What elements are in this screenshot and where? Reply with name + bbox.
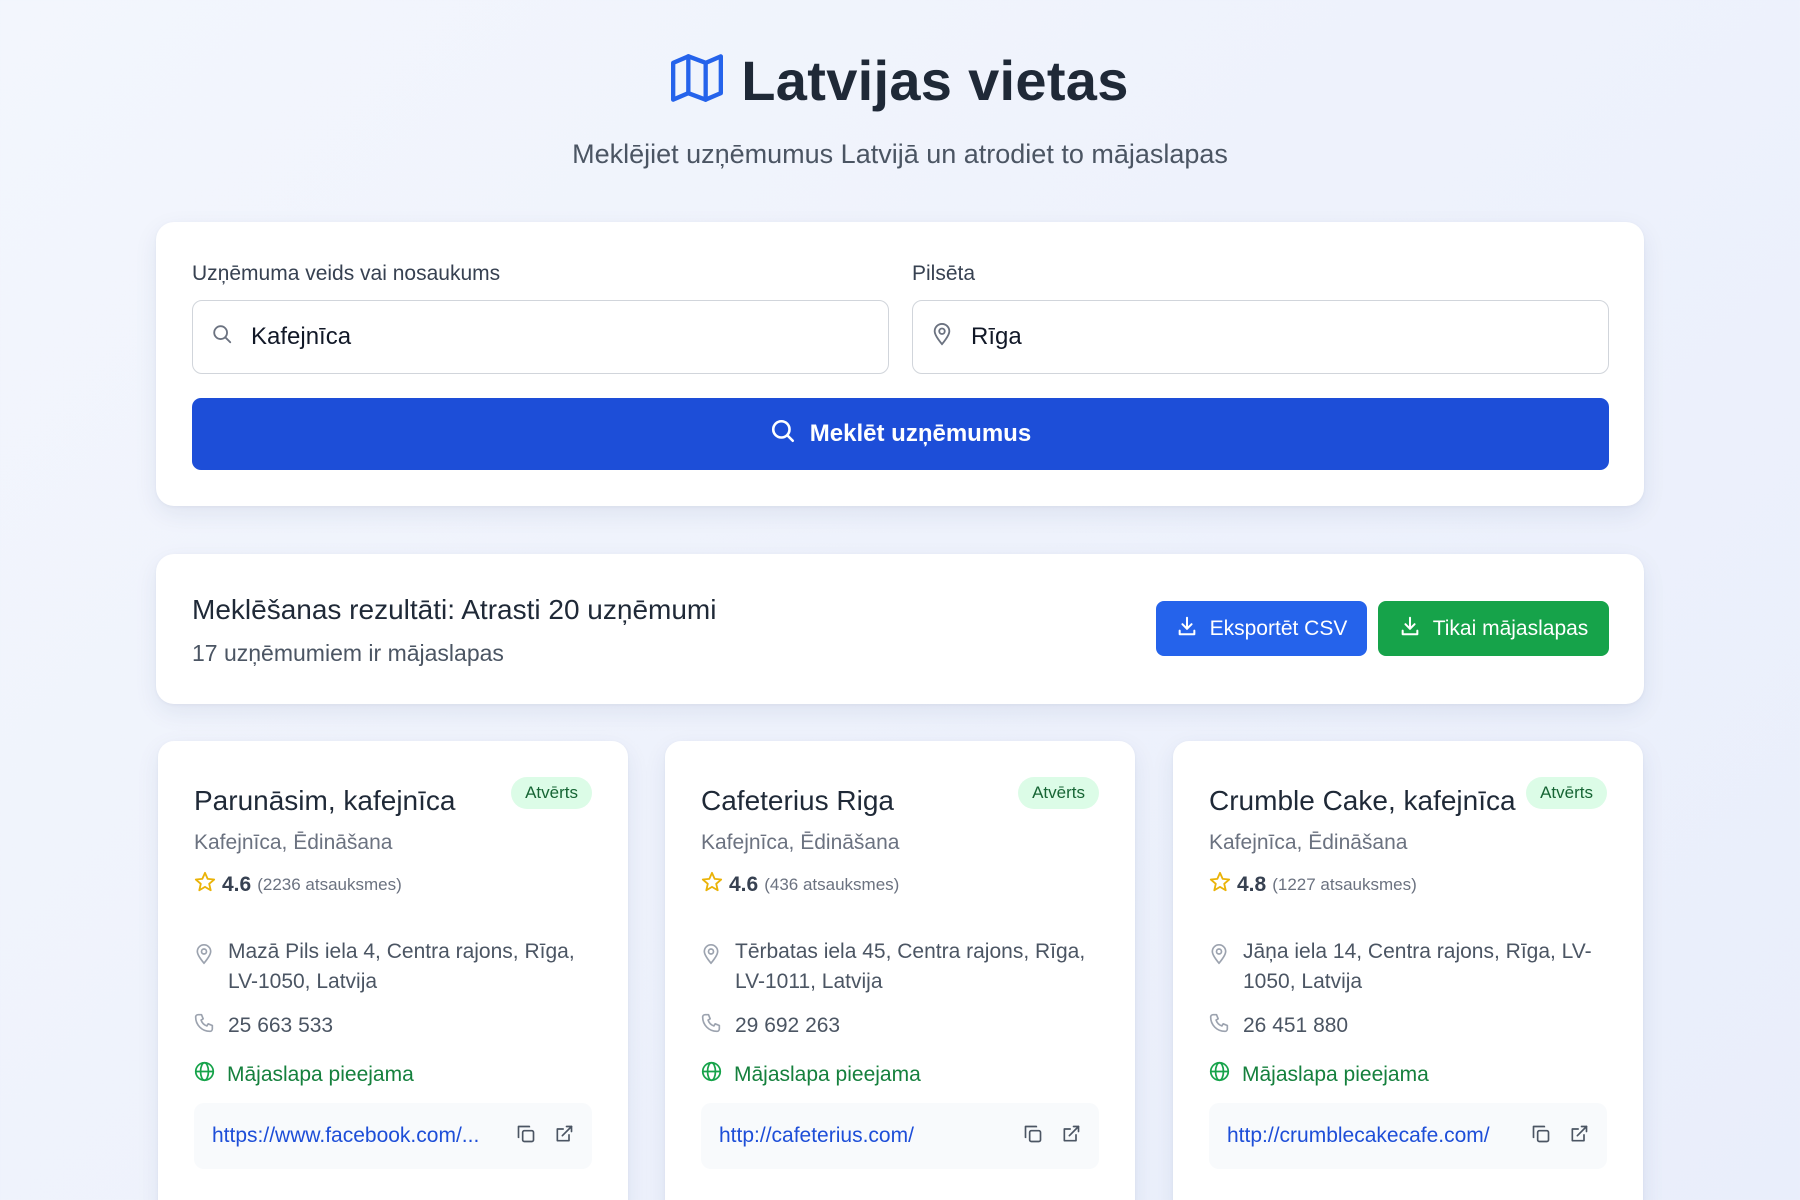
rating-value: 4.8 — [1237, 872, 1267, 896]
globe-icon — [1209, 1061, 1230, 1088]
address: Jāņa iela 14, Centra rajons, Rīga, LV-10… — [1209, 937, 1609, 997]
star-icon — [194, 871, 216, 898]
address-text: Tērbatas iela 45, Centra rajons, Rīga, L… — [735, 940, 1086, 993]
address: Tērbatas iela 45, Centra rajons, Rīga, L… — [701, 937, 1101, 997]
search-icon — [211, 323, 233, 352]
website-status: Mājaslapa pieejama — [1242, 1062, 1429, 1086]
phone-number[interactable]: 26 451 880 — [1243, 1014, 1348, 1038]
website-status: Mājaslapa pieejama — [227, 1062, 414, 1086]
phone-number[interactable]: 25 663 533 — [228, 1014, 333, 1038]
website-url-box: https://www.facebook.com/... — [194, 1103, 592, 1169]
export-csv-label: Eksportēt CSV — [1209, 616, 1348, 640]
location-pin-icon — [194, 937, 214, 997]
location-pin-icon — [1209, 937, 1229, 997]
city-field: Pilsēta Rīga — [912, 262, 1609, 374]
search-panel: Uzņēmuma veids vai nosaukums Kafejnīca P… — [156, 222, 1644, 506]
results-panel: Meklēšanas rezultāti: Atrasti 20 uzņēmum… — [156, 554, 1644, 704]
status-badge: Atvērts — [511, 777, 592, 809]
website-available: Mājaslapa pieejama — [194, 1061, 414, 1088]
status-badge: Atvērts — [1526, 777, 1607, 809]
business-card[interactable]: Cafeterius Riga Atvērts Kafejnīca, Ēdinā… — [665, 741, 1135, 1200]
page-header: Latvijas vietas Meklējiet uzņēmumus Latv… — [0, 0, 1800, 170]
city-input[interactable]: Rīga — [912, 300, 1609, 374]
review-count: (436 atsauksmes) — [764, 874, 900, 894]
star-icon — [701, 871, 723, 898]
search-icon — [770, 418, 796, 451]
phone-icon — [1209, 1013, 1229, 1039]
download-icon — [1176, 615, 1198, 643]
page-title: Latvijas vietas — [741, 49, 1129, 112]
phone: 25 663 533 — [194, 1013, 333, 1039]
website-link[interactable]: http://crumblecakecafe.com/ — [1227, 1124, 1519, 1148]
external-link-icon[interactable] — [1569, 1124, 1589, 1149]
city-label: Pilsēta — [912, 262, 976, 285]
business-name: Parunāsim, kafejnīca — [194, 785, 456, 816]
business-field: Uzņēmuma veids vai nosaukums Kafejnīca — [192, 262, 889, 374]
rating-value: 4.6 — [729, 872, 759, 896]
business-label: Uzņēmuma veids vai nosaukums — [192, 262, 501, 285]
external-link-icon[interactable] — [1061, 1124, 1081, 1149]
copy-icon[interactable] — [516, 1124, 536, 1149]
globe-icon — [701, 1061, 722, 1088]
page-subtitle: Meklējiet uzņēmumus Latvijā un atrodiet … — [572, 139, 1228, 169]
rating-value: 4.6 — [222, 872, 252, 896]
download-icon — [1399, 615, 1421, 643]
websites-only-button[interactable]: Tikai mājaslapas — [1378, 601, 1609, 656]
location-pin-icon — [701, 937, 721, 997]
phone: 29 692 263 — [701, 1013, 840, 1039]
search-button-label: Meklēt uzņēmumus — [809, 420, 1032, 447]
business-input-value[interactable]: Kafejnīca — [251, 323, 351, 351]
business-card[interactable]: Crumble Cake, kafejnīca Atvērts Kafejnīc… — [1173, 741, 1643, 1200]
business-name: Crumble Cake, kafejnīca — [1209, 785, 1516, 816]
website-available: Mājaslapa pieejama — [701, 1061, 921, 1088]
results-title: Meklēšanas rezultāti: Atrasti 20 uzņēmum… — [192, 594, 717, 625]
website-status: Mājaslapa pieejama — [734, 1062, 921, 1086]
rating: 4.8 (1227 atsauksmes) — [1209, 871, 1417, 898]
rating: 4.6 (2236 atsauksmes) — [194, 871, 402, 898]
review-count: (1227 atsauksmes) — [1272, 874, 1417, 894]
phone: 26 451 880 — [1209, 1013, 1348, 1039]
star-icon — [1209, 871, 1231, 898]
website-available: Mājaslapa pieejama — [1209, 1061, 1429, 1088]
business-category: Kafejnīca, Ēdināšana — [701, 831, 900, 854]
copy-icon[interactable] — [1531, 1124, 1551, 1149]
copy-icon[interactable] — [1023, 1124, 1043, 1149]
globe-icon — [194, 1061, 215, 1088]
business-category: Kafejnīca, Ēdināšana — [194, 831, 393, 854]
rating: 4.6 (436 atsauksmes) — [701, 871, 899, 898]
website-link[interactable]: https://www.facebook.com/... — [212, 1124, 504, 1148]
business-input[interactable]: Kafejnīca — [192, 300, 889, 374]
map-icon — [671, 54, 724, 107]
business-card[interactable]: Parunāsim, kafejnīca Atvērts Kafejnīca, … — [158, 741, 628, 1200]
website-link[interactable]: http://cafeterius.com/ — [719, 1124, 1011, 1148]
website-url-box: http://crumblecakecafe.com/ — [1209, 1103, 1607, 1169]
results-subtitle: 17 uzņēmumiem ir mājaslapas — [192, 640, 504, 666]
export-csv-button[interactable]: Eksportēt CSV — [1156, 601, 1367, 656]
location-pin-icon — [931, 322, 953, 353]
address: Mazā Pils iela 4, Centra rajons, Rīga, L… — [194, 937, 594, 997]
business-name: Cafeterius Riga — [701, 785, 894, 816]
search-button[interactable]: Meklēt uzņēmumus — [192, 398, 1609, 470]
address-text: Jāņa iela 14, Centra rajons, Rīga, LV-10… — [1243, 940, 1592, 993]
websites-only-label: Tikai mājaslapas — [1432, 616, 1589, 640]
phone-icon — [194, 1013, 214, 1039]
business-category: Kafejnīca, Ēdināšana — [1209, 831, 1408, 854]
review-count: (2236 atsauksmes) — [257, 874, 402, 894]
website-url-box: http://cafeterius.com/ — [701, 1103, 1099, 1169]
phone-number[interactable]: 29 692 263 — [735, 1014, 840, 1038]
status-badge: Atvērts — [1018, 777, 1099, 809]
phone-icon — [701, 1013, 721, 1039]
city-input-value[interactable]: Rīga — [971, 323, 1022, 351]
external-link-icon[interactable] — [554, 1124, 574, 1149]
address-text: Mazā Pils iela 4, Centra rajons, Rīga, L… — [228, 940, 575, 993]
